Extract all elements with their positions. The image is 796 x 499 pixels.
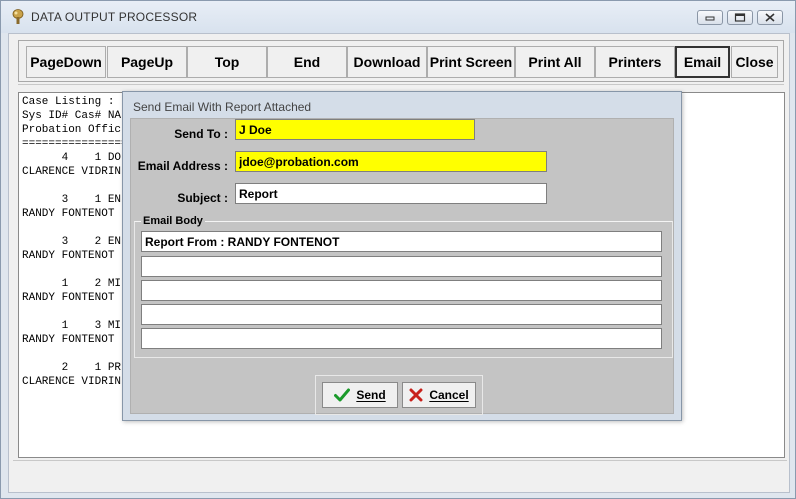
- send-to-label: Send To :: [174, 127, 228, 141]
- report-line: 3 2 EN: [22, 236, 122, 248]
- report-line: 1 3 MI: [22, 320, 122, 332]
- printers-label: Printers: [608, 54, 662, 70]
- cancel-label: Cancel: [429, 388, 469, 402]
- report-line: CLARENCE VIDRIN: [22, 376, 122, 388]
- close-window-button[interactable]: [757, 10, 783, 25]
- print-all-label: Print All: [528, 54, 582, 70]
- report-line: 2 1 PR: [22, 362, 122, 374]
- email-body-line-1[interactable]: [141, 231, 662, 252]
- report-line: Sys ID# Cas# NA: [22, 110, 122, 122]
- app-icon: [12, 9, 24, 24]
- email-address-label: Email Address :: [137, 159, 228, 173]
- report-line: Case Listing :: [22, 96, 115, 108]
- close-icon: [765, 13, 775, 22]
- report-line: CLARENCE VIDRIN: [22, 166, 122, 178]
- send-button[interactable]: Send: [322, 382, 398, 408]
- report-line: RANDY FONTENOT: [22, 334, 115, 346]
- minimize-icon: [705, 16, 715, 20]
- pagedown-label: PageDown: [30, 54, 102, 70]
- pagedown-button[interactable]: PageDown: [26, 46, 106, 78]
- x-icon: [409, 388, 423, 402]
- status-bar: [13, 460, 787, 484]
- pageup-label: PageUp: [120, 54, 174, 70]
- top-label: Top: [214, 54, 240, 70]
- report-line: 1 2 MI: [22, 278, 122, 290]
- print-screen-label: Print Screen: [429, 54, 513, 70]
- email-button[interactable]: Email: [675, 46, 730, 78]
- maximize-icon: [734, 13, 746, 22]
- close-button[interactable]: Close: [731, 46, 778, 78]
- window-title: DATA OUTPUT PROCESSOR: [31, 10, 198, 24]
- print-all-button[interactable]: Print All: [515, 46, 595, 78]
- end-label: End: [293, 54, 321, 70]
- report-line: RANDY FONTENOT: [22, 250, 115, 262]
- dialog-button-group: Send Cancel: [315, 375, 483, 415]
- close-label: Close: [735, 54, 774, 70]
- toolbar-divider: [18, 84, 784, 85]
- email-body-line-5[interactable]: [141, 328, 662, 349]
- email-body-line-3[interactable]: [141, 280, 662, 301]
- download-label: Download: [353, 54, 421, 70]
- checkmark-icon: [334, 388, 351, 402]
- download-button[interactable]: Download: [347, 46, 427, 78]
- main-window: DATA OUTPUT PROCESSOR PageDown PageUp To…: [0, 0, 796, 499]
- dialog-title: Send Email With Report Attached: [133, 100, 312, 114]
- report-line: 3 1 EN: [22, 194, 122, 206]
- subject-label: Subject :: [177, 191, 228, 205]
- print-screen-button[interactable]: Print Screen: [427, 46, 515, 78]
- report-line: Probation Offic: [22, 124, 122, 136]
- report-line: RANDY FONTENOT: [22, 208, 115, 220]
- top-button[interactable]: Top: [187, 46, 267, 78]
- report-line: 4 1 DO: [22, 152, 122, 164]
- minimize-button[interactable]: [697, 10, 723, 25]
- email-body-label: Email Body: [141, 215, 205, 227]
- email-body-group: Email Body: [134, 215, 673, 358]
- printers-button[interactable]: Printers: [595, 46, 675, 78]
- email-body-line-2[interactable]: [141, 256, 662, 277]
- send-email-dialog: Send Email With Report Attached Send To …: [122, 91, 682, 421]
- pageup-button[interactable]: PageUp: [107, 46, 187, 78]
- send-to-input[interactable]: [235, 119, 475, 140]
- toolbar: PageDown PageUp Top End Download Print S…: [18, 40, 784, 82]
- title-bar[interactable]: DATA OUTPUT PROCESSOR: [1, 1, 795, 33]
- dialog-body: Send To : Email Address : Subject : Emai…: [130, 118, 674, 415]
- send-label: Send: [356, 388, 386, 402]
- email-body-line-4[interactable]: [141, 304, 662, 325]
- subject-input[interactable]: [235, 183, 547, 204]
- report-line: ================: [22, 138, 128, 150]
- cancel-button[interactable]: Cancel: [402, 382, 476, 408]
- email-address-input[interactable]: [235, 151, 547, 172]
- maximize-button[interactable]: [727, 10, 753, 25]
- email-label: Email: [683, 54, 722, 70]
- report-line: RANDY FONTENOT: [22, 292, 115, 304]
- end-button[interactable]: End: [267, 46, 347, 78]
